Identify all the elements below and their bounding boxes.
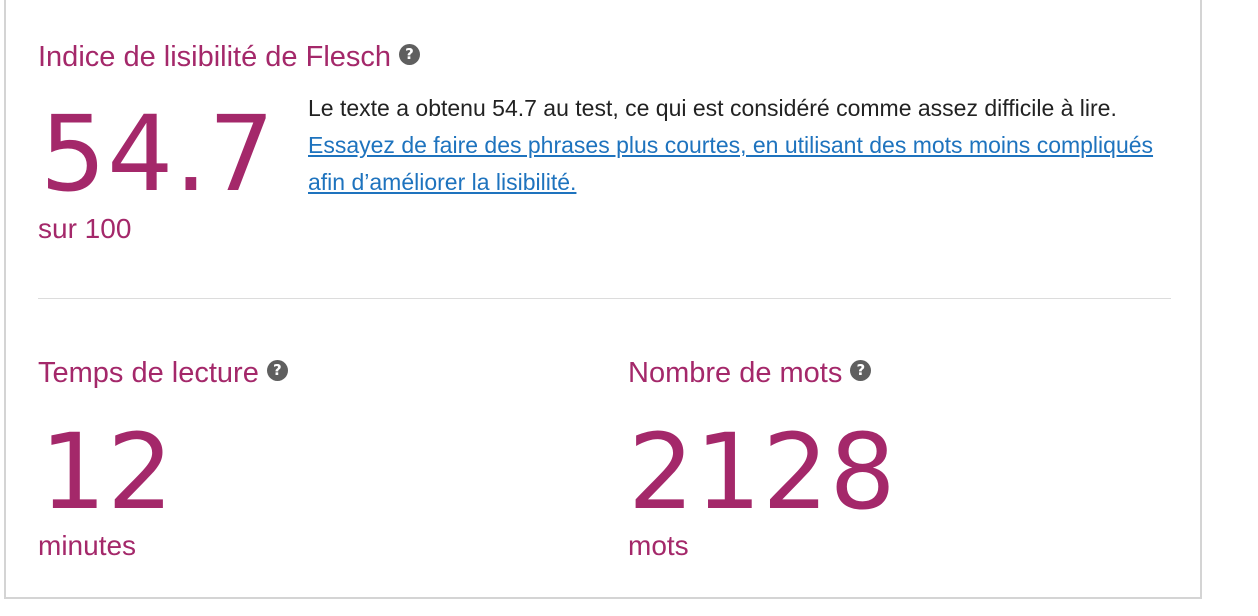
flesch-score: 54.7 bbox=[40, 93, 276, 215]
readability-tip-link[interactable]: Essayez de faire des phrases plus courte… bbox=[308, 132, 1153, 195]
reading-time-title: Temps de lecture? bbox=[38, 356, 288, 390]
question-circle-icon[interactable]: ? bbox=[266, 359, 288, 381]
question-circle-icon[interactable]: ? bbox=[399, 43, 421, 65]
reading-time-value: 12 bbox=[40, 411, 175, 533]
word-count-title-label: Nombre de mots bbox=[628, 357, 843, 389]
reading-time-title-label: Temps de lecture bbox=[38, 357, 259, 389]
word-count-value: 2128 bbox=[628, 411, 897, 533]
flesch-description-text: Le texte a obtenu 54.7 au test, ce qui e… bbox=[308, 95, 1117, 121]
flesch-section-title: Indice de lisibilité de Flesch? bbox=[38, 40, 421, 74]
flesch-scale-label: sur 100 bbox=[38, 213, 132, 244]
word-count-title: Nombre de mots? bbox=[628, 356, 872, 390]
flesch-description: Le texte a obtenu 54.7 au test, ce qui e… bbox=[308, 90, 1168, 201]
question-circle-icon[interactable]: ? bbox=[850, 359, 872, 381]
reading-time-unit: minutes bbox=[38, 530, 137, 561]
section-divider bbox=[38, 298, 1171, 299]
readability-panel: Indice de lisibilité de Flesch? 54.7 sur… bbox=[4, 0, 1202, 599]
flesch-title-label: Indice de lisibilité de Flesch bbox=[38, 41, 392, 73]
word-count-unit: mots bbox=[628, 530, 689, 561]
